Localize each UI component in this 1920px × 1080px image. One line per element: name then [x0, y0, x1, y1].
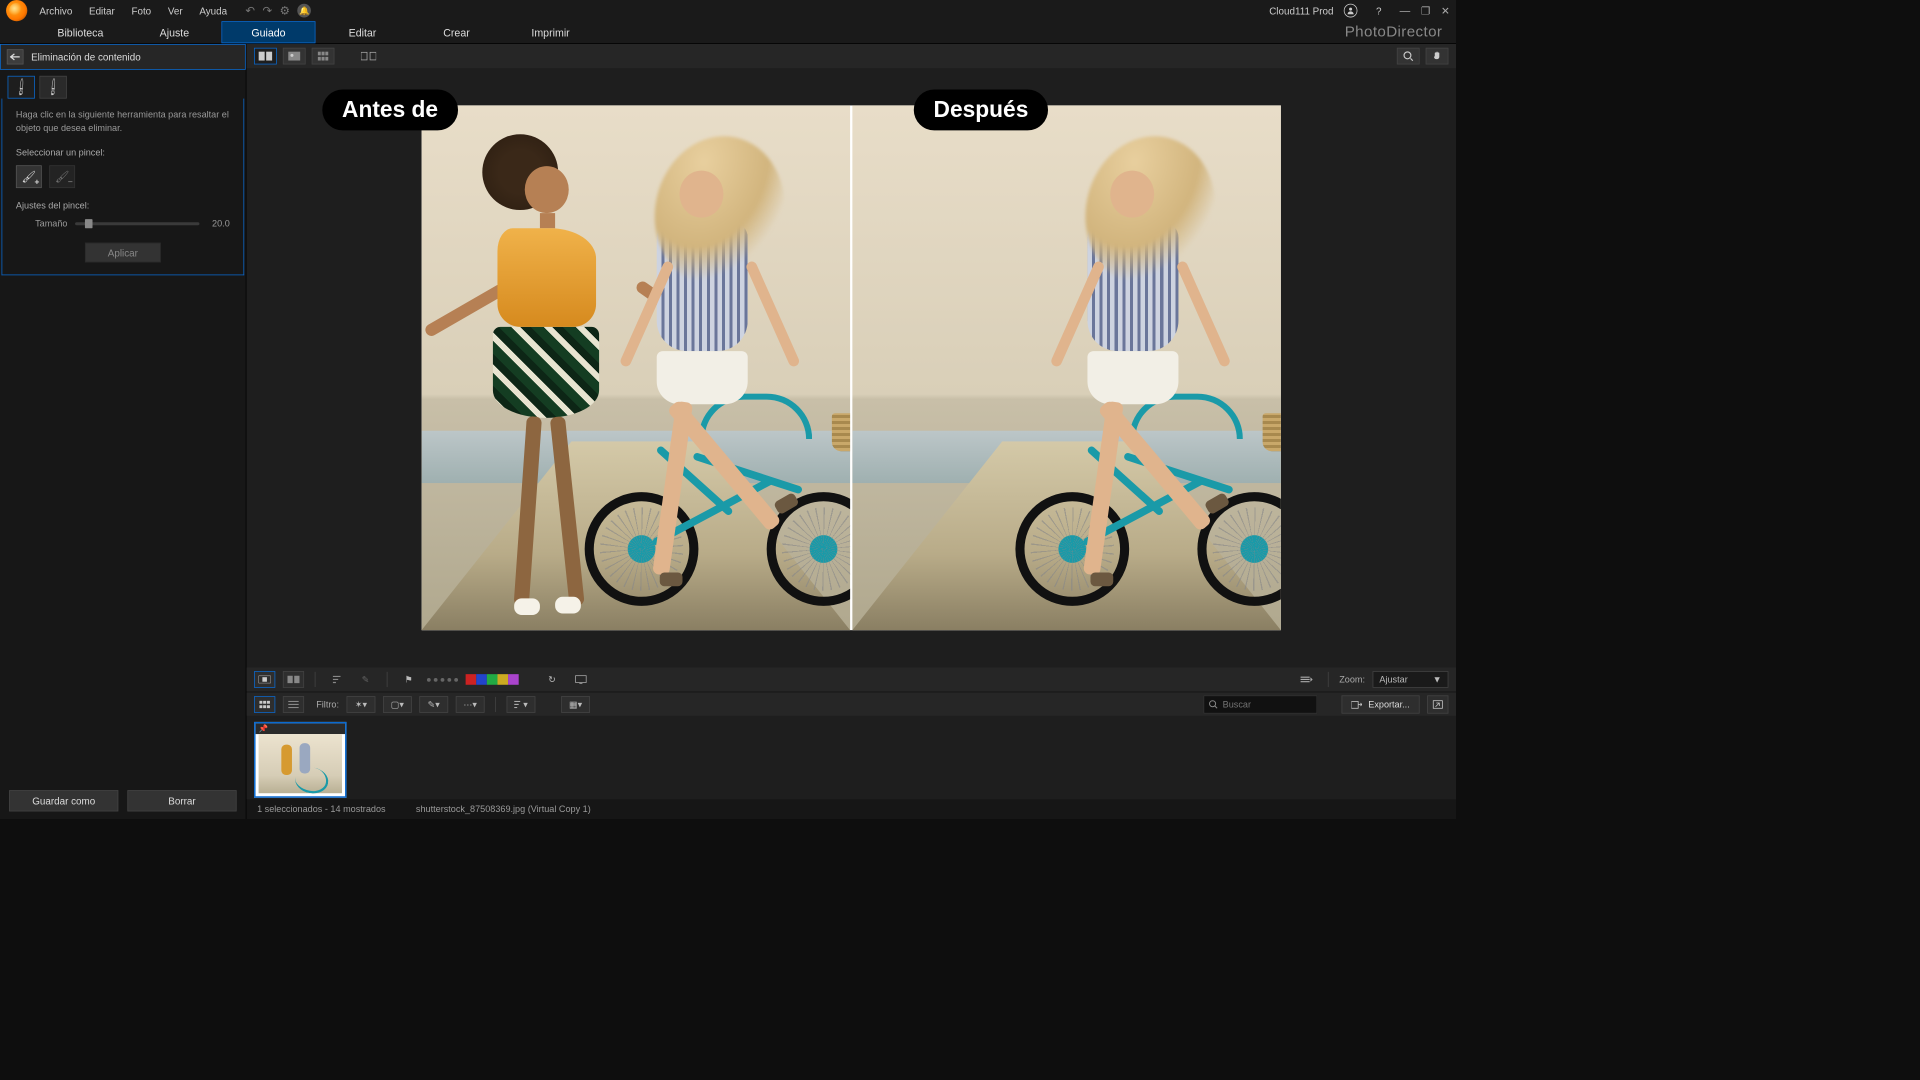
- size-slider[interactable]: [75, 222, 199, 225]
- rating-dots[interactable]: [427, 678, 458, 682]
- apply-button[interactable]: Aplicar: [85, 243, 161, 263]
- menu-help[interactable]: Ayuda: [199, 5, 227, 16]
- back-button[interactable]: [7, 49, 24, 64]
- brush-tab-2[interactable]: 🖌: [39, 76, 66, 99]
- screen-icon[interactable]: [570, 671, 591, 688]
- search-icon: [1209, 700, 1218, 709]
- left-panel: Eliminación de contenido 🖌 🖌 Haga clic e…: [0, 44, 246, 819]
- size-slider-row: Tamaño 20.0: [16, 218, 230, 229]
- select-brush-label: Seleccionar un pincel:: [16, 147, 230, 158]
- undo-icon[interactable]: ↶: [245, 4, 255, 18]
- tab-print[interactable]: Imprimir: [504, 21, 598, 43]
- layout-fit-icon[interactable]: [254, 671, 275, 688]
- instruction-text: Haga clic en la siguiente herramienta pa…: [16, 108, 230, 135]
- panel-title: Eliminación de contenido: [31, 51, 141, 62]
- notifications-icon[interactable]: 🔔: [297, 4, 311, 18]
- filter-more-dropdown[interactable]: ⋯▾: [456, 696, 485, 713]
- stack-dropdown[interactable]: ▦▾: [561, 696, 590, 713]
- size-value: 20.0: [207, 218, 230, 229]
- before-badge: Antes de: [322, 89, 458, 130]
- export-icon: [1352, 700, 1363, 709]
- user-avatar-icon[interactable]: [1344, 4, 1358, 18]
- zoom-select[interactable]: Ajustar▼: [1373, 671, 1449, 688]
- stack-icon[interactable]: [1296, 671, 1317, 688]
- filmstrip-toolbar-2: Filtro: ✶▾ ▢▾ ✎▾ ⋯▾ ▾ ▦▾ ✕: [246, 692, 1456, 716]
- before-image: [422, 105, 850, 630]
- menu-view[interactable]: Ver: [168, 5, 183, 16]
- view-grid-icon[interactable]: [312, 48, 335, 65]
- panel-header: Eliminación de contenido: [0, 44, 246, 70]
- brush-tab-1[interactable]: 🖌: [8, 76, 35, 99]
- search-box[interactable]: ✕: [1204, 695, 1318, 713]
- after-image: [852, 105, 1280, 630]
- module-tabs: Biblioteca Ajuste Guiado Editar Crear Im…: [0, 21, 1456, 44]
- save-as-button[interactable]: Guardar como: [9, 790, 118, 811]
- selection-status: 1 seleccionados - 14 mostrados: [257, 804, 385, 815]
- image-viewer[interactable]: Antes de Después: [246, 68, 1456, 667]
- rotate-icon[interactable]: ↻: [541, 671, 562, 688]
- status-bar: 1 seleccionados - 14 mostrados shutterst…: [246, 799, 1456, 819]
- view-mirror-icon[interactable]: [357, 48, 380, 65]
- chevron-down-icon: ▼: [1433, 674, 1442, 685]
- settings-icon[interactable]: ⚙: [280, 4, 290, 18]
- brush-icon: 🖌: [10, 76, 32, 98]
- view-compare-icon[interactable]: [254, 48, 277, 65]
- flag-icon[interactable]: ⚑: [398, 671, 419, 688]
- maximize-icon[interactable]: ❐: [1421, 4, 1431, 17]
- tab-edit[interactable]: Editar: [315, 21, 409, 43]
- help-icon[interactable]: ?: [1376, 5, 1381, 16]
- layout-split-icon[interactable]: [283, 671, 304, 688]
- menu-edit[interactable]: Editar: [89, 5, 115, 16]
- filter-label: Filtro:: [316, 699, 339, 710]
- redo-icon[interactable]: ↷: [262, 4, 272, 18]
- main-menu: Archivo Editar Foto Ver Ayuda: [39, 5, 227, 16]
- user-name[interactable]: Cloud111 Prod: [1269, 5, 1333, 16]
- zoom-tool-icon[interactable]: [1397, 48, 1420, 65]
- menu-file[interactable]: Archivo: [39, 5, 72, 16]
- app-logo: [6, 0, 27, 21]
- filter-flag-dropdown[interactable]: ✶▾: [347, 696, 376, 713]
- thumbnail-strip: 📌: [246, 716, 1456, 799]
- filename-status: shutterstock_87508369.jpg (Virtual Copy …: [416, 804, 591, 815]
- size-label: Tamaño: [16, 218, 68, 229]
- thumb-list-icon[interactable]: [283, 696, 304, 713]
- tab-adjust[interactable]: Ajuste: [127, 21, 221, 43]
- filter-label-dropdown[interactable]: ▢▾: [383, 696, 412, 713]
- brush-icon: 🖌: [42, 76, 64, 98]
- brush-add-button[interactable]: 🖌+: [16, 165, 42, 188]
- search-input[interactable]: [1223, 699, 1341, 710]
- thumbnail-item[interactable]: 📌: [254, 722, 347, 798]
- filter-edit-dropdown[interactable]: ✎▾: [419, 696, 448, 713]
- tab-library[interactable]: Biblioteca: [33, 21, 127, 43]
- filmstrip-toolbar-1: ✎ ⚑ ↻: [246, 667, 1456, 691]
- pin-icon: 📌: [259, 725, 268, 733]
- title-bar: Archivo Editar Foto Ver Ayuda ↶ ↷ ⚙ 🔔 Cl…: [0, 0, 1456, 21]
- sort-icon[interactable]: [326, 671, 347, 688]
- thumb-small-icon[interactable]: [254, 696, 275, 713]
- view-single-icon[interactable]: [283, 48, 306, 65]
- pen-icon[interactable]: ✎: [355, 671, 376, 688]
- sort-dropdown[interactable]: ▾: [507, 696, 536, 713]
- clear-button[interactable]: Borrar: [127, 790, 236, 811]
- tab-guided[interactable]: Guiado: [221, 21, 315, 43]
- minimize-icon[interactable]: —: [1400, 4, 1411, 17]
- tab-create[interactable]: Crear: [410, 21, 504, 43]
- brush-settings-label: Ajustes del pincel:: [16, 200, 230, 211]
- color-labels[interactable]: [466, 674, 519, 685]
- menu-photo[interactable]: Foto: [131, 5, 151, 16]
- brand-label: PhotoDirector: [1345, 21, 1456, 43]
- after-badge: Después: [914, 89, 1048, 130]
- export-button[interactable]: Exportar...: [1342, 695, 1420, 713]
- expand-icon[interactable]: [1427, 695, 1448, 713]
- viewer-toolbar: [246, 44, 1456, 68]
- brush-subtract-button[interactable]: 🖌−: [49, 165, 75, 188]
- hand-tool-icon[interactable]: [1426, 48, 1449, 65]
- zoom-label: Zoom:: [1339, 674, 1365, 685]
- close-icon[interactable]: ✕: [1441, 4, 1450, 17]
